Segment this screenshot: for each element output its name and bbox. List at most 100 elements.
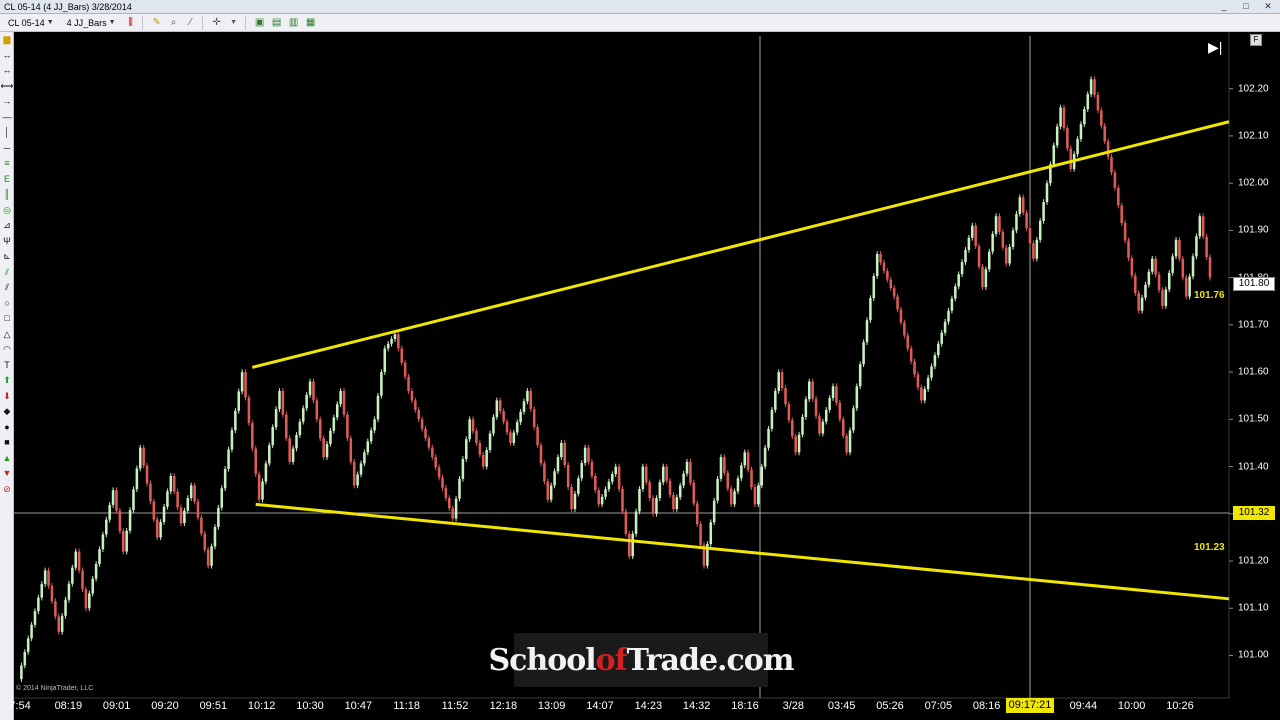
triangle-icon[interactable]: △ bbox=[0, 327, 14, 343]
candle-down bbox=[1096, 94, 1100, 111]
parallel-lines-icon[interactable]: ⫽ bbox=[0, 280, 14, 296]
maximize-button[interactable]: □ bbox=[1238, 1, 1254, 12]
fibonacci-retracement-icon[interactable]: ≡ bbox=[0, 156, 14, 172]
bar-style-icon[interactable]: ⫼ bbox=[124, 16, 138, 30]
candle-up bbox=[767, 428, 770, 448]
toolbar-divider bbox=[244, 15, 246, 30]
instrument-selector[interactable]: CL 05-14 ▼ bbox=[3, 16, 59, 30]
drawing-tools-bar: ▆ ↔ ↔ ⟷ → — │ ─ ≡ E ║ ◎ ⊿ Ψ ⊾ ⫽ ⫽ ○ □ △ … bbox=[0, 32, 14, 720]
candle-up bbox=[271, 427, 274, 446]
text-icon[interactable]: T bbox=[0, 358, 14, 374]
candle-up bbox=[305, 394, 308, 409]
candle-up bbox=[777, 372, 780, 391]
properties-icon[interactable]: ▦ bbox=[304, 16, 318, 30]
square-icon[interactable]: ■ bbox=[0, 435, 14, 451]
candle-up bbox=[227, 449, 230, 469]
candle-up bbox=[960, 262, 964, 275]
arc-icon[interactable]: ◠ bbox=[0, 342, 14, 358]
candle-down bbox=[122, 531, 125, 552]
candle-down bbox=[1137, 293, 1140, 311]
current-price-marker: 101.80 bbox=[1233, 277, 1275, 291]
trend-channel-icon[interactable]: ⫽ bbox=[0, 265, 14, 281]
panel-float-button[interactable]: F bbox=[1250, 34, 1262, 46]
time-tick-label: 09:51 bbox=[199, 700, 228, 712]
candle-down bbox=[420, 419, 424, 429]
candle-up bbox=[862, 342, 865, 365]
candle-down bbox=[437, 467, 441, 478]
diamond-icon[interactable]: ◆ bbox=[0, 404, 14, 420]
candle-up bbox=[634, 511, 638, 534]
arrow-up-icon[interactable]: ⬆ bbox=[0, 373, 14, 389]
vertical-line-icon[interactable]: │ bbox=[0, 125, 14, 141]
candle-up bbox=[957, 274, 960, 287]
candle-up bbox=[390, 339, 393, 344]
candle-down bbox=[203, 533, 207, 550]
candle-up bbox=[332, 417, 336, 431]
time-tick-label: 10:30 bbox=[296, 700, 324, 712]
pencil-icon[interactable]: ✎ bbox=[150, 16, 164, 30]
scroll-to-end-icon[interactable]: ▶| bbox=[1208, 39, 1222, 56]
candle-down bbox=[628, 533, 631, 557]
ray-icon[interactable]: → bbox=[0, 94, 14, 110]
fibonacci-extension-icon[interactable]: E bbox=[0, 172, 14, 188]
price-chart[interactable] bbox=[14, 32, 1280, 720]
candle-down bbox=[115, 490, 118, 511]
fibonacci-circle-icon[interactable]: ◎ bbox=[0, 203, 14, 219]
gann-fan-icon[interactable]: ⊿ bbox=[0, 218, 14, 234]
horizontal-line-icon[interactable]: ─ bbox=[0, 141, 14, 157]
lower-trendline[interactable] bbox=[255, 502, 1230, 601]
close-button[interactable]: ✕ bbox=[1260, 1, 1276, 12]
upper-trendline[interactable] bbox=[251, 120, 1230, 369]
chart-panel[interactable]: 7:54 08:19 09:01 09:20 09:51 10:12 10:30 10:47 1… bbox=[9, 32, 1280, 720]
candle-down bbox=[787, 404, 791, 421]
wand-icon[interactable]: ⁄ bbox=[184, 16, 198, 30]
ellipse-icon[interactable]: ○ bbox=[0, 296, 14, 312]
fibonacci-time-icon[interactable]: ║ bbox=[0, 187, 14, 203]
candle-up bbox=[875, 254, 879, 277]
candle-down bbox=[1208, 257, 1212, 278]
triangle-down-icon[interactable]: ▼ bbox=[0, 466, 14, 482]
rectangle-icon[interactable]: □ bbox=[0, 311, 14, 327]
candle-up bbox=[488, 433, 492, 451]
candle-down bbox=[414, 400, 417, 410]
candle-up bbox=[325, 443, 329, 458]
line-icon[interactable]: ⟷ bbox=[0, 79, 14, 95]
minimize-button[interactable]: _ bbox=[1216, 1, 1232, 12]
dot-icon[interactable]: ● bbox=[0, 420, 14, 436]
arrow-down-icon[interactable]: ⬇ bbox=[0, 389, 14, 405]
regression-channel-icon[interactable]: ⊾ bbox=[0, 249, 14, 265]
candle-down bbox=[920, 387, 923, 401]
candle-up bbox=[519, 411, 522, 423]
candle-up bbox=[363, 452, 366, 464]
bar-type-selector[interactable]: 4 JJ_Bars ▼ bbox=[62, 16, 121, 30]
remove-drawings-icon[interactable]: ⊘ bbox=[0, 482, 14, 498]
note-icon[interactable]: ▆ bbox=[0, 32, 14, 48]
triangle-up-icon[interactable]: ▲ bbox=[0, 451, 14, 467]
strategies-icon[interactable]: ▥ bbox=[287, 16, 301, 30]
candle-down bbox=[543, 463, 546, 482]
candle-down bbox=[651, 498, 655, 514]
candle-down bbox=[692, 482, 696, 504]
crosshair-icon[interactable]: ✛ bbox=[210, 16, 224, 30]
ruler-icon[interactable]: ↔ bbox=[0, 48, 14, 64]
trendlines[interactable] bbox=[251, 120, 1230, 601]
crosshair-price-marker: 101.32 bbox=[1233, 506, 1275, 520]
andrews-pitchfork-icon[interactable]: Ψ bbox=[0, 234, 14, 250]
candle-down bbox=[590, 461, 594, 476]
candle-down bbox=[587, 447, 590, 462]
window-controls: _ □ ✕ bbox=[1216, 1, 1276, 12]
extended-line-icon[interactable]: — bbox=[0, 110, 14, 126]
data-box-icon[interactable]: ▣ bbox=[253, 16, 267, 30]
candle-up bbox=[1147, 271, 1151, 285]
candle-up bbox=[1079, 124, 1083, 140]
indicators-icon[interactable]: ▤ bbox=[270, 16, 284, 30]
candle-up bbox=[366, 441, 370, 453]
chevron-down-icon[interactable]: ▼ bbox=[227, 16, 241, 30]
risk-reward-icon[interactable]: ↔ bbox=[0, 63, 14, 79]
candle-down bbox=[780, 372, 784, 389]
candle-up bbox=[213, 527, 217, 547]
candle-up bbox=[685, 461, 689, 474]
candle-down bbox=[81, 570, 84, 590]
candle-down bbox=[434, 457, 437, 468]
magnifier-icon[interactable]: ⌕ bbox=[167, 16, 181, 30]
